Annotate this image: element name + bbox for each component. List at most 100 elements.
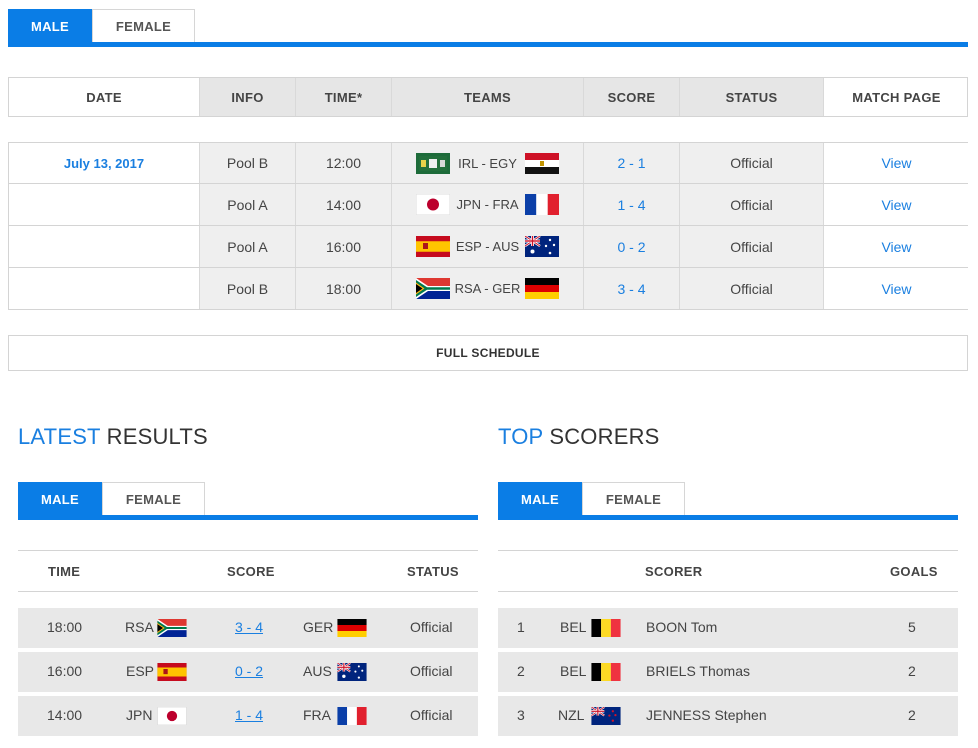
match-view-link[interactable]: View bbox=[824, 226, 969, 267]
scorer-name: BOON Tom bbox=[646, 619, 718, 635]
title-accent: TOP bbox=[498, 424, 544, 449]
tab-male[interactable]: MALE bbox=[8, 9, 92, 43]
teams-label: RSA - GER bbox=[454, 281, 521, 296]
header-goals: GOALS bbox=[890, 564, 938, 579]
result-status: Official bbox=[410, 663, 453, 679]
away-team: AUS bbox=[303, 663, 332, 679]
match-teams: ESP - AUS bbox=[392, 226, 584, 267]
belgium-flag-icon bbox=[591, 619, 621, 637]
match-teams: JPN - FRA bbox=[392, 184, 584, 225]
scorer-name: BRIELS Thomas bbox=[646, 663, 751, 679]
match-time: 14:00 bbox=[296, 184, 392, 225]
result-status: Official bbox=[410, 707, 453, 723]
match-score-link[interactable]: 3 - 4 bbox=[584, 268, 680, 309]
spain-flag-icon bbox=[157, 663, 187, 681]
header-scorer: SCORER bbox=[645, 564, 703, 579]
match-time: 16:00 bbox=[296, 226, 392, 267]
latest-results-title: LATEST RESULTS bbox=[18, 424, 208, 450]
match-time: 12:00 bbox=[296, 143, 392, 183]
germany-flag-icon bbox=[337, 619, 367, 637]
header-status: STATUS bbox=[407, 564, 459, 579]
japan-flag-icon bbox=[157, 707, 187, 725]
result-time: 18:00 bbox=[47, 619, 83, 635]
australia-flag-icon bbox=[337, 663, 367, 681]
match-status: Official bbox=[680, 184, 824, 225]
gender-tabs: MALE FEMALE bbox=[8, 9, 195, 43]
away-team: FRA bbox=[303, 707, 331, 723]
match-view-link[interactable]: View bbox=[824, 268, 969, 309]
latest-tab-male[interactable]: MALE bbox=[18, 482, 102, 516]
result-score-link[interactable]: 3 - 4 bbox=[235, 619, 263, 635]
result-score-link[interactable]: 0 - 2 bbox=[235, 663, 263, 679]
belgium-flag-icon bbox=[591, 663, 621, 681]
germany-flag-icon bbox=[525, 278, 559, 299]
new-zealand-flag-icon bbox=[591, 707, 621, 725]
home-team: RSA bbox=[125, 619, 154, 635]
result-row: 16:00 ESP 0 - 2 AUS Official bbox=[18, 652, 478, 692]
top-scorers-title: TOP SCORERS bbox=[498, 424, 660, 450]
top-scorers-header: SCORER GOALS bbox=[498, 550, 958, 592]
header-teams: TEAMS bbox=[392, 78, 584, 116]
match-score-link[interactable]: 0 - 2 bbox=[584, 226, 680, 267]
france-flag-icon bbox=[525, 194, 559, 215]
home-team: JPN bbox=[126, 707, 153, 723]
france-flag-icon bbox=[337, 707, 367, 725]
scorer-goals: 5 bbox=[908, 619, 916, 635]
australia-flag-icon bbox=[525, 236, 559, 257]
scorer-row: 3 NZL JENNESS Stephen 2 bbox=[498, 696, 958, 736]
spain-flag-icon bbox=[416, 236, 450, 257]
title-accent: LATEST bbox=[18, 424, 101, 449]
match-score-link[interactable]: 2 - 1 bbox=[584, 143, 680, 183]
scorer-country: NZL bbox=[558, 707, 585, 723]
scorer-rank: 2 bbox=[517, 663, 525, 679]
match-score-link[interactable]: 1 - 4 bbox=[584, 184, 680, 225]
south-africa-flag-icon bbox=[157, 619, 187, 637]
match-date-empty bbox=[9, 226, 200, 267]
title-rest: SCORERS bbox=[543, 424, 660, 449]
header-time: TIME bbox=[48, 564, 81, 579]
match-date-empty bbox=[9, 268, 200, 309]
result-score-link[interactable]: 1 - 4 bbox=[235, 707, 263, 723]
result-row: 14:00 JPN 1 - 4 FRA Official bbox=[18, 696, 478, 736]
match-info: Pool B bbox=[200, 143, 296, 183]
south-africa-flag-icon bbox=[416, 278, 450, 299]
table-row: Pool B 18:00 RSA - GER 3 - 4 Official Vi… bbox=[8, 268, 969, 310]
match-teams: RSA - GER bbox=[392, 268, 584, 309]
table-row: July 13, 2017 Pool B 12:00 IRL - EGY 2 -… bbox=[8, 142, 969, 184]
match-view-link[interactable]: View bbox=[824, 143, 969, 183]
match-info: Pool B bbox=[200, 268, 296, 309]
scorer-name: JENNESS Stephen bbox=[646, 707, 767, 723]
latest-tab-underline bbox=[18, 515, 478, 520]
home-team: ESP bbox=[126, 663, 155, 679]
latest-tab-female[interactable]: FEMALE bbox=[102, 482, 205, 516]
result-status: Official bbox=[410, 619, 453, 635]
title-rest: RESULTS bbox=[100, 424, 208, 449]
scorers-tab-underline bbox=[498, 515, 958, 520]
full-schedule-button[interactable]: FULL SCHEDULE bbox=[8, 335, 968, 371]
match-view-link[interactable]: View bbox=[824, 184, 969, 225]
match-date-empty bbox=[9, 184, 200, 225]
match-status: Official bbox=[680, 143, 824, 183]
match-info: Pool A bbox=[200, 184, 296, 225]
tab-female[interactable]: FEMALE bbox=[92, 9, 195, 43]
table-row: Pool A 16:00 ESP - AUS 0 - 2 Official Vi… bbox=[8, 226, 969, 268]
schedule-header: DATE INFO TIME* TEAMS SCORE STATUS MATCH… bbox=[8, 77, 968, 117]
away-team: GER bbox=[303, 619, 334, 635]
match-teams: IRL - EGY bbox=[392, 143, 584, 183]
latest-results-tabs: MALE FEMALE bbox=[18, 482, 205, 516]
match-date: July 13, 2017 bbox=[9, 143, 200, 183]
egypt-flag-icon bbox=[525, 153, 559, 174]
scorer-rank: 1 bbox=[517, 619, 525, 635]
top-scorers-tabs: MALE FEMALE bbox=[498, 482, 685, 516]
match-status: Official bbox=[680, 226, 824, 267]
scorers-tab-male[interactable]: MALE bbox=[498, 482, 582, 516]
scorer-country: BEL bbox=[560, 663, 587, 679]
scorers-tab-female[interactable]: FEMALE bbox=[582, 482, 685, 516]
scorer-goals: 2 bbox=[908, 663, 916, 679]
header-match-page: MATCH PAGE bbox=[852, 89, 941, 105]
japan-flag-icon bbox=[416, 194, 450, 215]
header-status: STATUS bbox=[680, 78, 824, 116]
scorer-row: 2 BEL BRIELS Thomas 2 bbox=[498, 652, 958, 692]
result-time: 16:00 bbox=[47, 663, 83, 679]
scorer-country: BEL bbox=[560, 619, 587, 635]
